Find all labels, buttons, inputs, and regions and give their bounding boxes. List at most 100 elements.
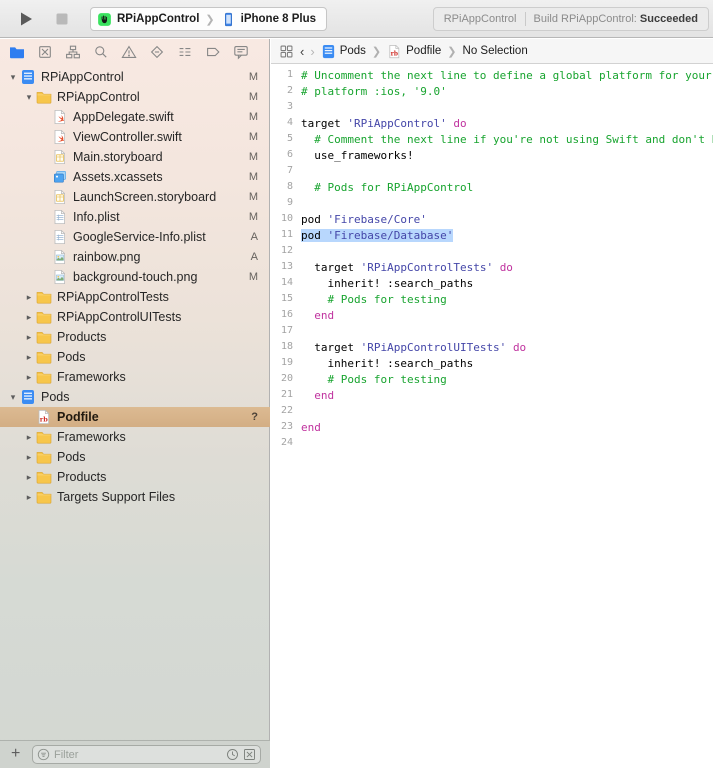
code-token: pod [301, 229, 328, 242]
code-text: inherit! :search_paths [301, 357, 473, 373]
tree-row[interactable]: ▸Targets Support Files [0, 487, 270, 507]
tree-row[interactable]: rbPodfile? [0, 407, 270, 427]
disclosure-triangle[interactable]: ▸ [22, 492, 36, 503]
tree-row[interactable]: ▸Frameworks [0, 367, 270, 387]
file-icon-wrap [36, 349, 52, 365]
recents-clock-icon[interactable] [226, 748, 239, 761]
code-editor[interactable]: 1# Uncomment the next line to define a g… [271, 65, 713, 768]
code-line: 4target 'RPiAppControl' do [271, 117, 713, 133]
breadcrumb-item[interactable]: rbPodfile [387, 44, 441, 59]
code-line: 24 [271, 437, 713, 453]
tab-find-navigator[interactable] [93, 44, 109, 60]
status-divider [525, 12, 526, 26]
line-number: 8 [271, 181, 301, 197]
line-number: 12 [271, 245, 301, 261]
filter-input[interactable]: Filter [32, 745, 261, 764]
tree-row[interactable]: ▾RPiAppControlM [0, 67, 270, 87]
breadcrumb-item[interactable]: Pods [321, 44, 366, 59]
breadcrumb-item[interactable]: No Selection [463, 45, 528, 57]
line-number: 14 [271, 277, 301, 293]
image-icon [52, 269, 68, 285]
file-icon-wrap [36, 429, 52, 445]
tab-report-navigator[interactable] [233, 44, 249, 60]
file-icon-wrap [20, 389, 36, 405]
test-navigator-icon [149, 44, 165, 60]
disclosure-triangle[interactable]: ▾ [6, 392, 20, 403]
storyboard-icon [52, 149, 68, 165]
code-token: do [500, 261, 513, 274]
disclosure-triangle[interactable]: ▾ [22, 92, 36, 103]
tree-row[interactable]: Main.storyboardM [0, 147, 270, 167]
forward-button[interactable]: › [310, 44, 314, 59]
add-button[interactable]: + [11, 745, 20, 763]
code-text: # Pods for testing [301, 373, 447, 389]
disclosure-triangle[interactable]: ▸ [22, 472, 36, 483]
tree-row[interactable]: ▸ Pods [0, 347, 270, 367]
breadcrumb-separator: ❯ [447, 45, 456, 58]
disclosure-triangle[interactable]: ▸ [22, 372, 36, 383]
project-icon [321, 44, 336, 59]
xcassets-icon [52, 169, 68, 185]
code-token: # Pods for testing [328, 373, 447, 386]
selection-highlight: pod 'Firebase/Database' [301, 229, 453, 242]
navigator-filter-bar: + Filter [0, 740, 270, 768]
plist-icon [52, 209, 68, 225]
tree-row[interactable]: ▸Frameworks [0, 427, 270, 447]
line-number: 4 [271, 117, 301, 133]
tab-test-navigator[interactable] [149, 44, 165, 60]
related-items-icon[interactable] [279, 44, 294, 59]
tree-row[interactable]: Info.plistM [0, 207, 270, 227]
code-token [301, 309, 314, 322]
tree-item-label: Products [57, 470, 106, 484]
source-control-navigator-icon [37, 44, 53, 60]
folder-icon [36, 429, 52, 445]
tab-breakpoint-navigator[interactable] [205, 44, 221, 60]
source-editor: ‹ › Pods❯rbPodfile❯No Selection 1# Uncom… [271, 39, 713, 768]
code-line: 16 end [271, 309, 713, 325]
stop-icon [52, 9, 72, 29]
disclosure-triangle[interactable]: ▸ [22, 292, 36, 303]
tree-item-label: Pods [41, 390, 70, 404]
run-button[interactable] [16, 9, 36, 29]
tree-row[interactable]: ▸ Products [0, 467, 270, 487]
file-icon-wrap [52, 149, 68, 165]
tree-row[interactable]: ▸Pods [0, 447, 270, 467]
tree-row[interactable]: ▾RPiAppControlM [0, 87, 270, 107]
disclosure-triangle[interactable]: ▸ [22, 452, 36, 463]
tab-project-navigator[interactable] [9, 44, 25, 60]
tree-item-label: AppDelegate.swift [73, 110, 174, 124]
line-number: 6 [271, 149, 301, 165]
disclosure-triangle[interactable]: ▸ [22, 332, 36, 343]
code-token: # Uncomment the next line to define a gl… [301, 69, 713, 82]
code-token: 'RPiAppControl' [347, 117, 446, 130]
tab-debug-navigator[interactable] [177, 44, 193, 60]
tree-row[interactable]: LaunchScreen.storyboardM [0, 187, 270, 207]
tree-row[interactable]: background-touch.pngM [0, 267, 270, 287]
scheme-selector[interactable]: RPiAppControl ❯ iPhone 8 Plus [90, 7, 327, 31]
tree-row[interactable]: ▸Products [0, 327, 270, 347]
line-number: 24 [271, 437, 301, 453]
line-number: 22 [271, 405, 301, 421]
tab-source-control-navigator[interactable] [37, 44, 53, 60]
tree-item-label: Pods [57, 350, 86, 364]
code-line: 15 # Pods for testing [271, 293, 713, 309]
source-control-status-icon[interactable] [243, 748, 256, 761]
tree-row[interactable]: ▾ Pods [0, 387, 270, 407]
disclosure-triangle[interactable]: ▸ [22, 432, 36, 443]
tree-row[interactable]: ViewController.swiftM [0, 127, 270, 147]
svg-text:rb: rb [391, 50, 398, 57]
tab-issue-navigator[interactable] [121, 44, 137, 60]
tree-row[interactable]: ▸RPiAppControlTests [0, 287, 270, 307]
tree-row[interactable]: Assets.xcassetsM [0, 167, 270, 187]
tree-row[interactable]: ▸RPiAppControlUITests [0, 307, 270, 327]
tab-symbol-navigator[interactable] [65, 44, 81, 60]
disclosure-triangle[interactable]: ▸ [22, 352, 36, 363]
storyboard-icon [52, 189, 68, 205]
tree-row[interactable]: AppDelegate.swiftM [0, 107, 270, 127]
tree-row[interactable]: GoogleService-Info.plistA [0, 227, 270, 247]
back-button[interactable]: ‹ [300, 44, 304, 59]
stop-button[interactable] [52, 9, 72, 29]
disclosure-triangle[interactable]: ▾ [6, 72, 20, 83]
disclosure-triangle[interactable]: ▸ [22, 312, 36, 323]
tree-row[interactable]: rainbow.pngA [0, 247, 270, 267]
